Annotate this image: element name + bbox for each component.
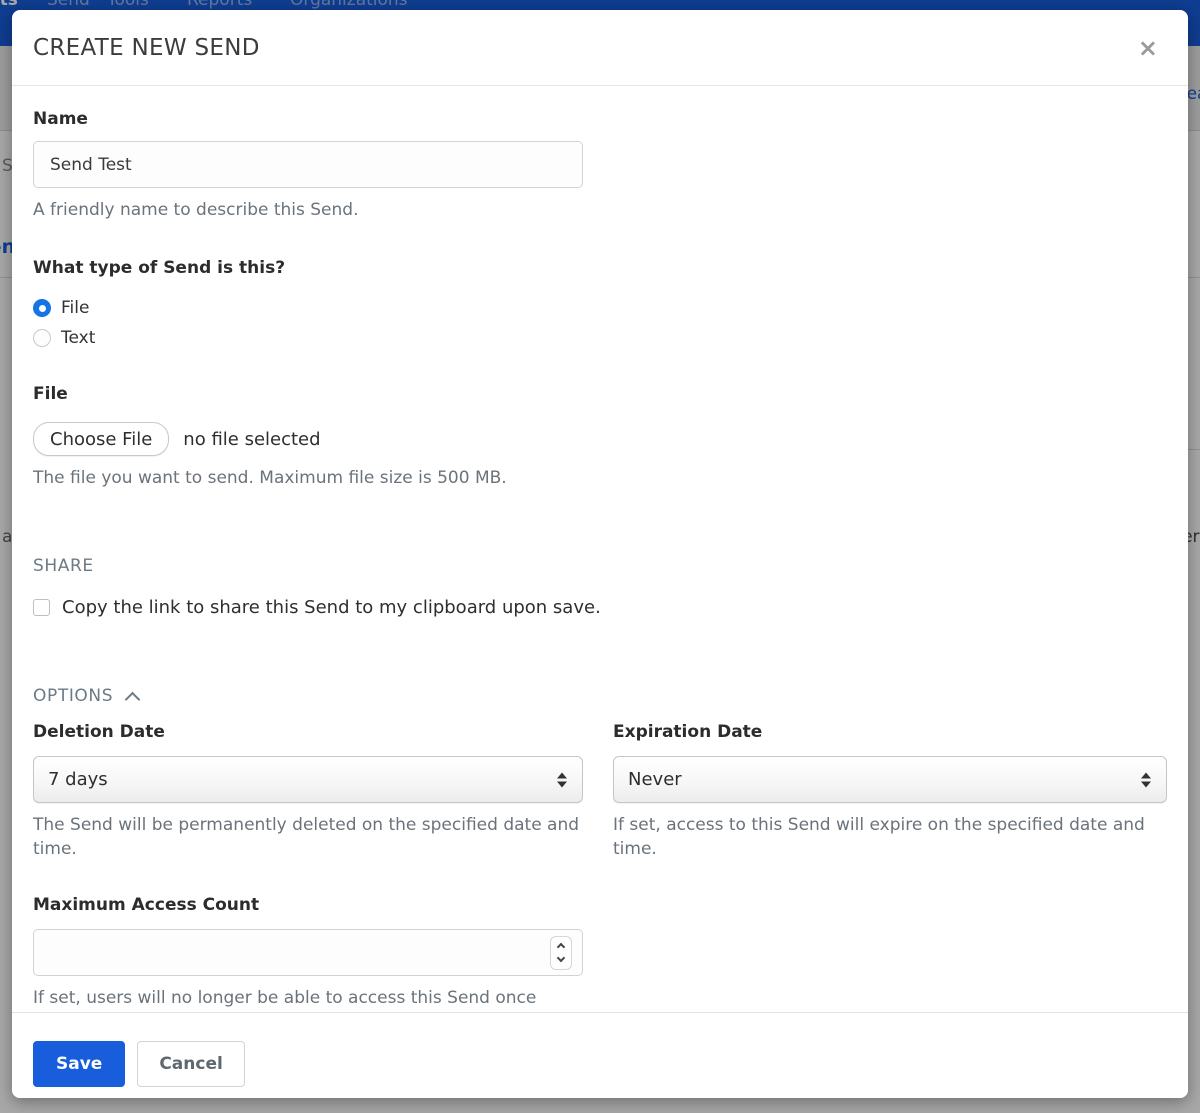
options-section-toggle[interactable]: OPTIONS — [33, 684, 1167, 708]
expiration-date-label: Expiration Date — [613, 720, 1167, 744]
expiration-date-select[interactable]: Never — [613, 756, 1167, 803]
name-label: Name — [33, 107, 1167, 131]
max-access-count-input[interactable] — [33, 929, 583, 976]
file-input-row: Choose File no file selected — [33, 422, 1167, 456]
save-button[interactable]: Save — [33, 1041, 125, 1087]
name-input[interactable]: Send Test — [33, 141, 583, 188]
select-arrows-icon — [1141, 772, 1151, 787]
copy-link-checkbox[interactable] — [33, 599, 50, 616]
deletion-date-help: The Send will be permanently deleted on … — [33, 813, 583, 861]
create-new-send-modal: CREATE NEW SEND × Name Send Test A frien… — [12, 10, 1188, 1098]
deletion-date-value: 7 days — [48, 769, 108, 790]
name-help-text: A friendly name to describe this Send. — [33, 198, 1167, 222]
options-section-heading: OPTIONS — [33, 684, 113, 708]
send-type-label: What type of Send is this? — [33, 256, 1167, 280]
radio-unselected-icon[interactable] — [33, 329, 51, 347]
deletion-date-select[interactable]: 7 days — [33, 756, 583, 803]
modal-footer: Save Cancel — [12, 1012, 1188, 1098]
expiration-date-field: Expiration Date Never If set, access to … — [613, 720, 1167, 861]
radio-option-text[interactable]: Text — [33, 324, 1167, 352]
modal-body: Name Send Test A friendly name to descri… — [12, 87, 1188, 1098]
file-status-text: no file selected — [183, 429, 320, 450]
radio-option-file[interactable]: File — [33, 294, 1167, 322]
copy-link-option[interactable]: Copy the link to share this Send to my c… — [33, 594, 1167, 622]
share-section-heading: SHARE — [33, 554, 1167, 578]
close-icon[interactable]: × — [1138, 36, 1158, 60]
max-access-count-help: If set, users will no longer be able to … — [33, 986, 1167, 1010]
radio-text-label: Text — [61, 328, 95, 348]
select-arrows-icon — [557, 772, 567, 787]
stepper-down-icon[interactable] — [557, 954, 565, 962]
modal-title: CREATE NEW SEND — [33, 34, 1167, 62]
file-help-text: The file you want to send. Maximum file … — [33, 466, 1167, 490]
expiration-date-help: If set, access to this Send will expire … — [613, 813, 1167, 861]
radio-file-label: File — [61, 298, 89, 318]
chevron-up-icon — [125, 691, 141, 707]
choose-file-button[interactable]: Choose File — [33, 422, 169, 456]
max-access-count-label: Maximum Access Count — [33, 893, 1167, 917]
stepper-up-icon[interactable] — [557, 943, 565, 951]
modal-header: CREATE NEW SEND × — [12, 10, 1188, 86]
radio-selected-icon[interactable] — [33, 299, 51, 317]
deletion-date-field: Deletion Date 7 days The Send will be pe… — [33, 720, 583, 861]
options-grid: Deletion Date 7 days The Send will be pe… — [33, 720, 1167, 861]
cancel-button[interactable]: Cancel — [137, 1041, 244, 1087]
expiration-date-value: Never — [628, 769, 682, 790]
number-stepper[interactable] — [550, 936, 572, 970]
file-label: File — [33, 382, 1167, 406]
copy-link-label: Copy the link to share this Send to my c… — [62, 594, 601, 622]
deletion-date-label: Deletion Date — [33, 720, 583, 744]
